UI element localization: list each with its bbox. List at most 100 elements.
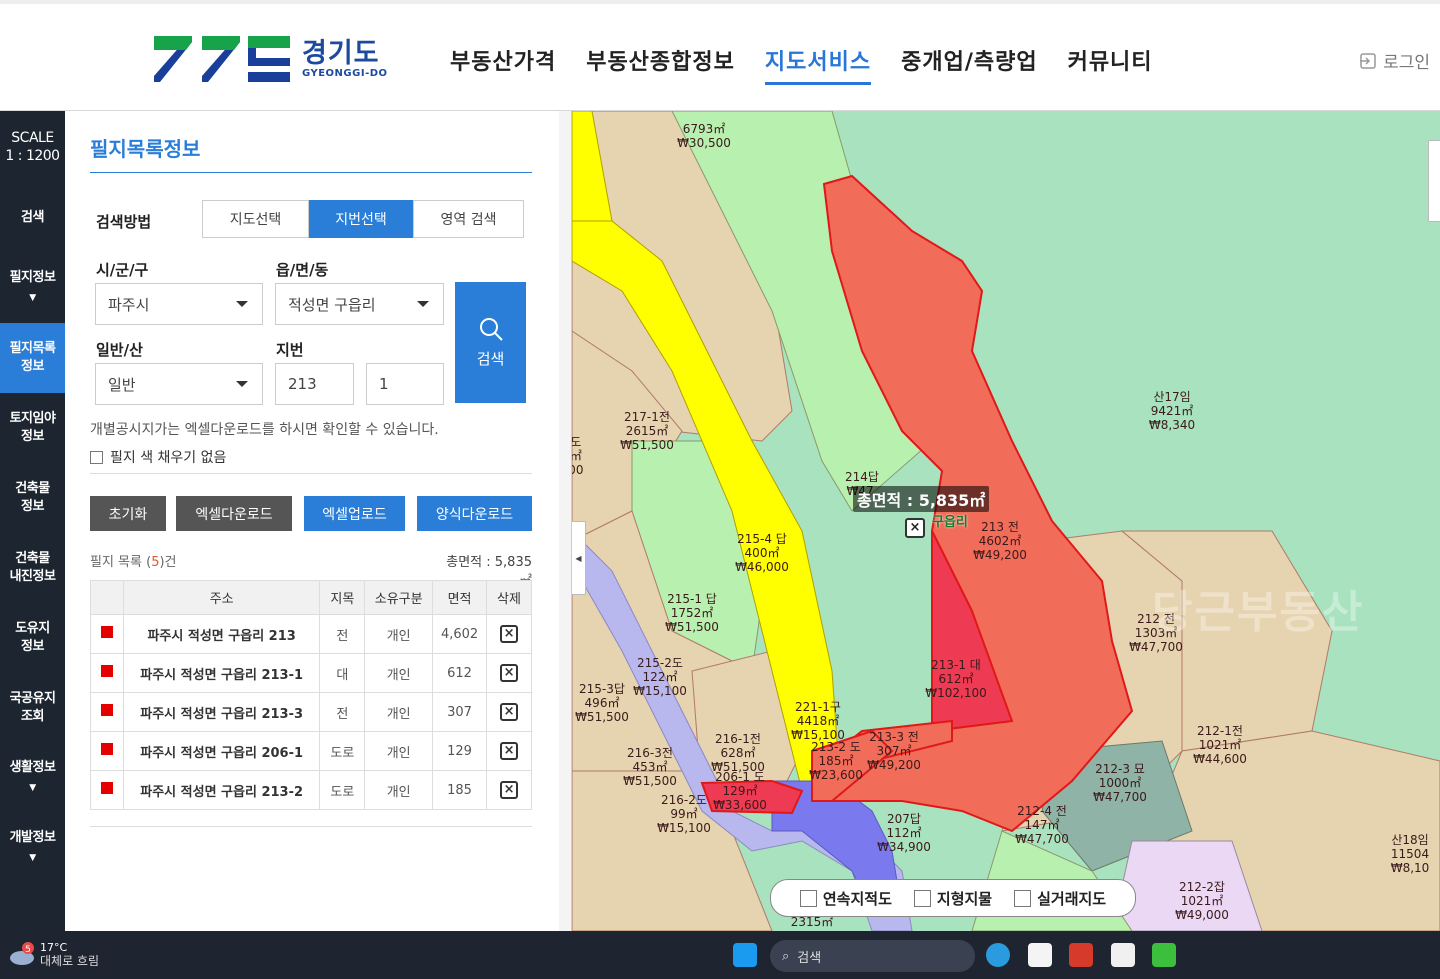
sidebar-item-search[interactable]: 검색 (0, 183, 65, 253)
row-address[interactable]: 파주시 적성면 구읍리 206-1 (122, 731, 321, 771)
parcel-label-line: 147㎡ (1025, 818, 1060, 832)
sidebar-item-land-info[interactable]: 토지임야 정보 (0, 393, 65, 463)
parcel-label-line: 628㎡ (721, 746, 756, 760)
sidebar-item-provincial-land[interactable]: 도유지 정보 (0, 603, 65, 673)
table-row[interactable]: 파주시 적성면 구읍리 213 전 개인 4,602 × (90, 614, 532, 654)
map-scale-indicator: SCALE 1 : 1200 (0, 111, 65, 183)
nav-real-estate-price[interactable]: 부동산가격 (450, 44, 556, 85)
reset-button[interactable]: 초기화 (90, 496, 166, 531)
parcel-label: 2315㎡ (791, 915, 834, 929)
excel-upload-button[interactable]: 엑셀업로드 (304, 496, 405, 531)
sidebar-item-seismic-info[interactable]: 건축물 내진정보 (0, 533, 65, 603)
sidebar-item-building-info[interactable]: 건축물 정보 (0, 463, 65, 533)
v3-antivirus-icon[interactable] (1111, 943, 1135, 967)
parcel-label-line: 1752㎡ (671, 606, 714, 620)
parcel-color-swatch (100, 743, 113, 755)
delete-icon[interactable]: × (500, 781, 519, 799)
nav-brokerage-survey[interactable]: 중개업/측량업 (901, 44, 1037, 85)
tab-map-select[interactable]: 지도선택 (202, 200, 309, 238)
parcel-label-line: 1000㎡ (1099, 776, 1142, 790)
parcel-label-line: 214답 (845, 470, 879, 484)
parcel-count: 필지 목록 (5)건 (90, 555, 177, 570)
row-address[interactable]: 파주시 적성면 구읍리 213-2 (122, 770, 321, 810)
capture-app-icon[interactable] (1028, 943, 1052, 967)
parcel-label-line: 산18임 (1391, 833, 1428, 847)
checkbox-icon[interactable] (913, 889, 931, 907)
toggle-continuous-cadastral[interactable]: 연속지적도 (799, 888, 892, 909)
checkbox-icon[interactable] (90, 450, 103, 464)
parcel-label-line: 216-3전 (627, 746, 673, 760)
sidebar-item-parcel-info[interactable]: 필지정보 ▼ (0, 253, 65, 323)
search-button[interactable]: 검색 (455, 282, 526, 403)
table-row[interactable]: 파주시 적성면 구읍리 213-1 대 개인 612 × (90, 653, 532, 693)
row-address[interactable]: 파주시 적성면 구읍리 213-3 (122, 692, 321, 732)
green-app-icon[interactable] (1152, 943, 1176, 967)
sidebar-item-living-info[interactable]: 생활정보 ▼ (0, 743, 65, 813)
login-link[interactable]: 로그인 (1359, 48, 1430, 73)
parcel-label-line: ₩51,500 (665, 620, 719, 634)
parcel-label-line: 206-1 도 (715, 770, 765, 784)
row-area: 307 (432, 692, 488, 732)
panel-collapse-handle[interactable]: ◀ (572, 521, 586, 595)
row-area: 4,602 (432, 614, 488, 654)
parcel-label-line: ₩15,100 (633, 684, 687, 698)
sidebar-item-public-land[interactable]: 국공유지 조회 (0, 673, 65, 743)
edge-browser-icon[interactable] (986, 943, 1010, 967)
delete-icon[interactable]: × (500, 625, 519, 643)
nav-real-estate-info[interactable]: 부동산종합정보 (586, 44, 735, 85)
row-area: 612 (432, 653, 488, 693)
parcel-label-line: ₩49,000 (1175, 908, 1229, 922)
no-fill-checkbox[interactable]: 필지 색 채우기 없음 (90, 447, 226, 467)
delete-icon[interactable]: × (500, 742, 519, 760)
hancom-app-icon[interactable] (1069, 943, 1093, 967)
excel-download-button[interactable]: 엑셀다운로드 (176, 496, 292, 531)
delete-icon[interactable]: × (500, 664, 519, 682)
parcel-label-line: 213-1 대 (931, 658, 981, 672)
template-download-button[interactable]: 양식다운로드 (417, 496, 532, 531)
parcel-label-line: ₩34,900 (877, 840, 931, 854)
table-row[interactable]: 파주시 적성면 구읍리 213-2 도로 개인 185 × (90, 770, 532, 810)
row-owner: 개인 (364, 653, 434, 693)
tab-area-search[interactable]: 영역 검색 (413, 200, 524, 238)
map-close-icon[interactable]: × (905, 518, 925, 538)
toggle-transaction-map[interactable]: 실거래지도 (1014, 888, 1106, 909)
jibun-sub-input[interactable]: 1 (366, 363, 444, 405)
main-navigation: 부동산가격 부동산종합정보 지도서비스 중개업/측량업 커뮤니티 (450, 44, 1183, 85)
sidebar-item-development-info[interactable]: 개발정보 ▼ (0, 813, 65, 883)
nav-community[interactable]: 커뮤니티 (1068, 44, 1153, 85)
search-icon (479, 318, 503, 341)
parcel-label-line: ₩49,200 (973, 548, 1027, 562)
windows-start-icon[interactable] (733, 943, 757, 967)
type-select[interactable]: 일반 (95, 363, 263, 405)
map-side-handle[interactable] (1428, 140, 1440, 222)
table-row[interactable]: 파주시 적성면 구읍리 213-3 전 개인 307 × (90, 692, 532, 732)
parcel-label-line: 2315㎡ (791, 915, 834, 929)
parcel-label-line: 400㎡ (745, 546, 780, 560)
parcel-label-line: ₩49,200 (867, 758, 921, 772)
parcel-label-line: ₩47,700 (1129, 640, 1183, 654)
sidebar-item-parcel-list[interactable]: 필지목록 정보 (0, 323, 65, 393)
weather-widget[interactable]: 5 17°C 대체로 흐림 (8, 941, 99, 968)
parcel-label-line: 213 전 (981, 520, 1019, 534)
taskbar-search[interactable]: ⌕ 검색 (770, 940, 975, 972)
nav-map-service[interactable]: 지도서비스 (764, 44, 872, 85)
checkbox-icon[interactable] (799, 889, 817, 907)
cadastral-map[interactable]: 6793㎡₩30,500217-1전2615㎡₩51,5002도0㎡100214… (572, 111, 1440, 931)
chevron-down-icon (236, 301, 248, 307)
jibun-main-input[interactable]: 213 (275, 363, 354, 405)
panel-scrollbar[interactable] (559, 111, 571, 931)
map-canvas[interactable]: 6793㎡₩30,500217-1전2615㎡₩51,5002도0㎡100214… (572, 111, 1440, 931)
city-select[interactable]: 파주시 (95, 283, 263, 325)
parcel-label-line: ₩23,600 (809, 768, 863, 782)
row-address[interactable]: 파주시 적성면 구읍리 213 (122, 614, 321, 654)
delete-icon[interactable]: × (500, 703, 519, 721)
parcel-label-line: 0㎡ (572, 449, 582, 463)
town-select[interactable]: 적성면 구읍리 (275, 283, 444, 325)
row-address[interactable]: 파주시 적성면 구읍리 213-1 (122, 653, 321, 693)
table-row[interactable]: 파주시 적성면 구읍리 206-1 도로 개인 129 × (90, 731, 532, 771)
toggle-terrain[interactable]: 지형지물 (913, 888, 992, 909)
gyeonggi-logo[interactable]: 경기도 GYEONGGI-DO (152, 32, 388, 86)
tab-jibun-select[interactable]: 지번선택 (309, 200, 413, 238)
checkbox-icon[interactable] (1014, 889, 1032, 907)
parcel-label: 217-1전 2615㎡ ₩51,500 (620, 410, 674, 452)
